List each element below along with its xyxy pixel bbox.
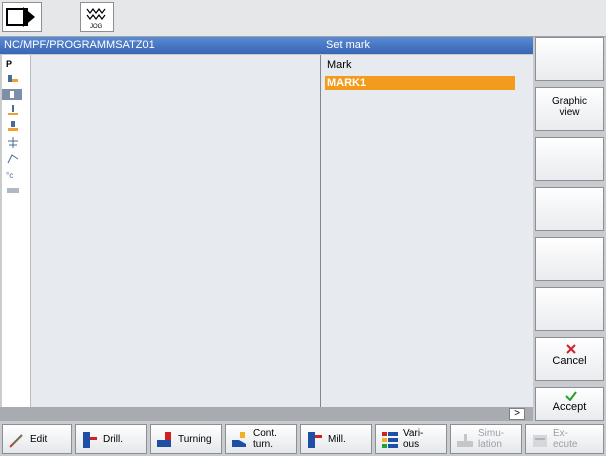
right-softkey-1[interactable]: [535, 37, 604, 81]
top-toolbar: JOG: [0, 0, 606, 37]
program-header-icon: P: [6, 59, 13, 69]
right-softkey-5[interactable]: [535, 237, 604, 281]
various-label: Vari- ous: [403, 428, 424, 450]
contour-turning-button[interactable]: Cont. turn.: [225, 424, 297, 454]
tool-block-icon: [6, 121, 22, 132]
turning-button[interactable]: Turning: [150, 424, 222, 454]
contour-turning-label: Cont. turn.: [253, 428, 277, 450]
svg-text:°c: °c: [6, 171, 13, 180]
svg-text:JOG: JOG: [90, 24, 103, 30]
graphic-view-button[interactable]: Graphic view: [535, 87, 604, 131]
drill-icon: [83, 432, 97, 448]
right-softkey-6[interactable]: [535, 287, 604, 331]
milling-button[interactable]: Mill.: [300, 424, 372, 454]
right-softkey-4[interactable]: [535, 187, 604, 231]
program-editor[interactable]: [31, 55, 321, 407]
simulation-label: Simu- lation: [478, 428, 505, 450]
edit-button[interactable]: Edit: [2, 424, 72, 454]
pattern-block-icon: [6, 137, 22, 148]
turning-icon: [157, 432, 171, 447]
accept-label: Accept: [552, 401, 587, 413]
milling-label: Mill.: [328, 434, 346, 445]
drill-block-icon: [6, 105, 22, 116]
contour-turning-icon: [232, 432, 246, 447]
program-header: NC/MPF/PROGRAMMSATZ01 Set mark: [0, 37, 533, 54]
accept-button[interactable]: Accept: [535, 387, 604, 421]
set-mark-panel: Mark MARK1: [321, 55, 533, 407]
milling-icon: [308, 432, 322, 448]
more-button[interactable]: >: [509, 408, 525, 420]
edit-label: Edit: [30, 434, 48, 445]
execute-label: Ex- ecute: [553, 428, 578, 450]
simulation-button[interactable]: Simu- lation: [450, 424, 522, 454]
turning-label: Turning: [178, 434, 212, 445]
status-bar: [0, 407, 533, 421]
jog-mode-icon[interactable]: JOG: [80, 2, 114, 32]
cycle-block-icon: °c: [6, 169, 22, 180]
machine-arrow-icon[interactable]: [2, 2, 42, 32]
cancel-label: Cancel: [552, 355, 587, 367]
simulation-icon: [457, 434, 473, 447]
various-icon: [382, 432, 398, 448]
drill-label: Drill.: [103, 434, 123, 445]
end-block-icon: [6, 185, 22, 196]
execute-button[interactable]: Ex- ecute: [525, 424, 604, 454]
mark-label: Mark: [327, 59, 352, 71]
edit-pencil-icon: [9, 434, 23, 448]
program-path: NC/MPF/PROGRAMMSATZ01: [4, 39, 155, 51]
cancel-x-icon: [566, 344, 576, 354]
graphic-view-label: Graphic view: [551, 96, 587, 118]
execute-icon: [533, 435, 547, 447]
drill-button[interactable]: Drill.: [75, 424, 147, 454]
panel-title: Set mark: [326, 39, 371, 51]
mark-list-item-selected[interactable]: MARK1: [325, 76, 515, 90]
various-button[interactable]: Vari- ous: [375, 424, 447, 454]
block-type-sidebar: P °c: [2, 55, 31, 407]
right-softkey-3[interactable]: [535, 137, 604, 181]
block-icon-selected: [2, 89, 22, 100]
block-icon-1: [6, 73, 22, 84]
accept-check-icon: [565, 391, 577, 401]
contour-block-icon: [6, 153, 22, 164]
cancel-button[interactable]: Cancel: [535, 337, 604, 381]
